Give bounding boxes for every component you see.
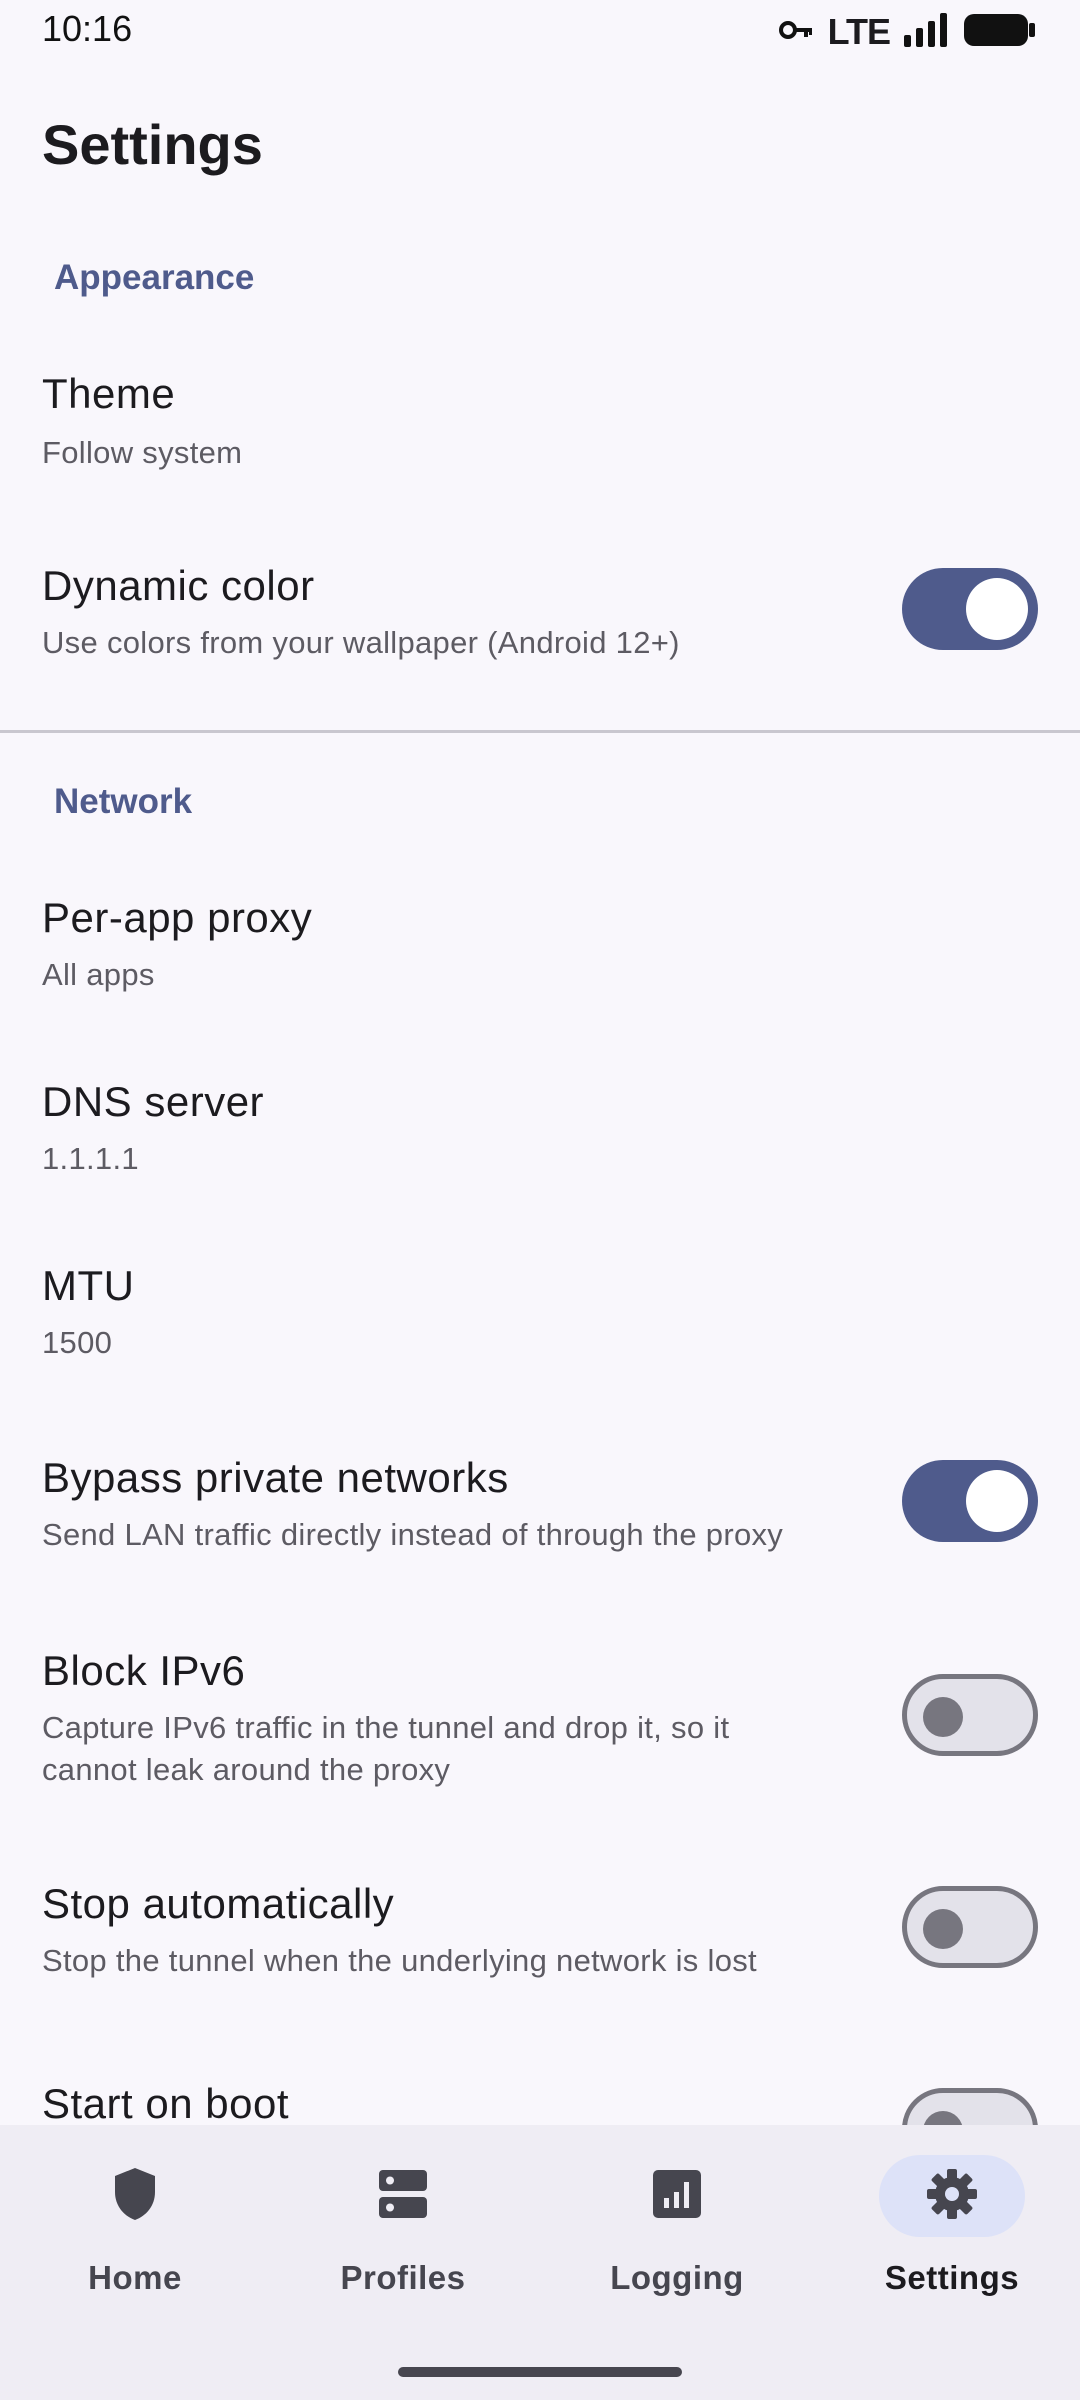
shield-icon xyxy=(111,2166,159,2227)
setting-title: DNS server xyxy=(42,1078,265,1125)
setting-title: MTU xyxy=(42,1262,135,1309)
setting-title: Start on boot xyxy=(42,2080,289,2125)
setting-dynamic-color[interactable]: Dynamic color Use colors from your wallp… xyxy=(0,562,1080,682)
switch-knob xyxy=(966,578,1028,640)
nav-indicator xyxy=(330,2155,476,2237)
setting-title: Stop automatically xyxy=(42,1880,395,1927)
nav-item-logging[interactable]: Logging xyxy=(542,2155,812,2315)
setting-subtitle: Use colors from your wallpaper (Android … xyxy=(42,625,680,660)
nav-indicator xyxy=(879,2155,1025,2237)
setting-title: Per-app proxy xyxy=(42,894,313,941)
setting-stop-automatically[interactable]: Stop automatically Stop the tunnel when … xyxy=(0,1880,1080,2000)
dynamic-color-switch[interactable] xyxy=(902,568,1038,650)
bottom-navigation: Home Profiles Logging Settings xyxy=(0,2125,1080,2400)
setting-dns-server[interactable]: DNS server 1.1.1.1 xyxy=(0,1078,1080,1198)
setting-subtitle: Send LAN traffic directly instead of thr… xyxy=(42,1517,784,1552)
setting-bypass-private-networks[interactable]: Bypass private networks Send LAN traffic… xyxy=(0,1454,1080,1574)
setting-title: Theme xyxy=(42,370,176,417)
nav-item-home[interactable]: Home xyxy=(0,2155,270,2315)
block-ipv6-switch[interactable] xyxy=(902,1674,1038,1756)
switch-knob xyxy=(923,1909,963,1949)
setting-subtitle: Stop the tunnel when the underlying netw… xyxy=(42,1943,757,1978)
start-on-boot-switch[interactable] xyxy=(902,2088,1038,2125)
switch-knob xyxy=(923,1697,963,1737)
nav-label: Home xyxy=(88,2259,182,2296)
settings-list[interactable]: Settings Appearance Theme Follow system … xyxy=(0,0,1080,2125)
nav-indicator xyxy=(604,2155,750,2237)
section-header-network: Network xyxy=(54,782,193,821)
section-header-appearance: Appearance xyxy=(54,258,255,297)
setting-block-ipv6[interactable]: Block IPv6 Capture IPv6 traffic in the t… xyxy=(0,1647,1080,1797)
nav-item-settings[interactable]: Settings xyxy=(817,2155,1080,2315)
setting-start-on-boot[interactable]: Start on boot xyxy=(0,2080,1080,2125)
page-title: Settings xyxy=(42,113,263,176)
setting-title: Bypass private networks xyxy=(42,1454,509,1501)
gear-icon xyxy=(925,2167,979,2226)
setting-theme[interactable]: Theme Follow system xyxy=(0,370,1080,490)
setting-subtitle: 1.1.1.1 xyxy=(42,1141,139,1176)
setting-subtitle: Capture IPv6 traffic in the tunnel and d… xyxy=(42,1710,730,1787)
switch-knob xyxy=(966,1470,1028,1532)
server-icon xyxy=(377,2168,429,2225)
setting-per-app-proxy[interactable]: Per-app proxy All apps xyxy=(0,894,1080,1014)
nav-label: Logging xyxy=(610,2259,744,2296)
nav-label: Settings xyxy=(884,2259,1020,2296)
nav-label: Profiles xyxy=(340,2259,466,2296)
switch-knob xyxy=(923,2111,963,2125)
nav-item-profiles[interactable]: Profiles xyxy=(268,2155,538,2315)
bypass-private-switch[interactable] xyxy=(902,1460,1038,1542)
stop-automatically-switch[interactable] xyxy=(902,1886,1038,1968)
setting-subtitle: All apps xyxy=(42,957,155,992)
home-indicator[interactable] xyxy=(398,2367,682,2377)
setting-title: Dynamic color xyxy=(42,562,315,609)
section-divider xyxy=(0,730,1080,733)
setting-subtitle: Follow system xyxy=(42,435,243,470)
setting-subtitle: 1500 xyxy=(42,1325,113,1360)
chart-icon xyxy=(653,2169,701,2223)
setting-title: Block IPv6 xyxy=(42,1647,246,1694)
setting-mtu[interactable]: MTU 1500 xyxy=(0,1262,1080,1382)
nav-indicator xyxy=(62,2155,208,2237)
